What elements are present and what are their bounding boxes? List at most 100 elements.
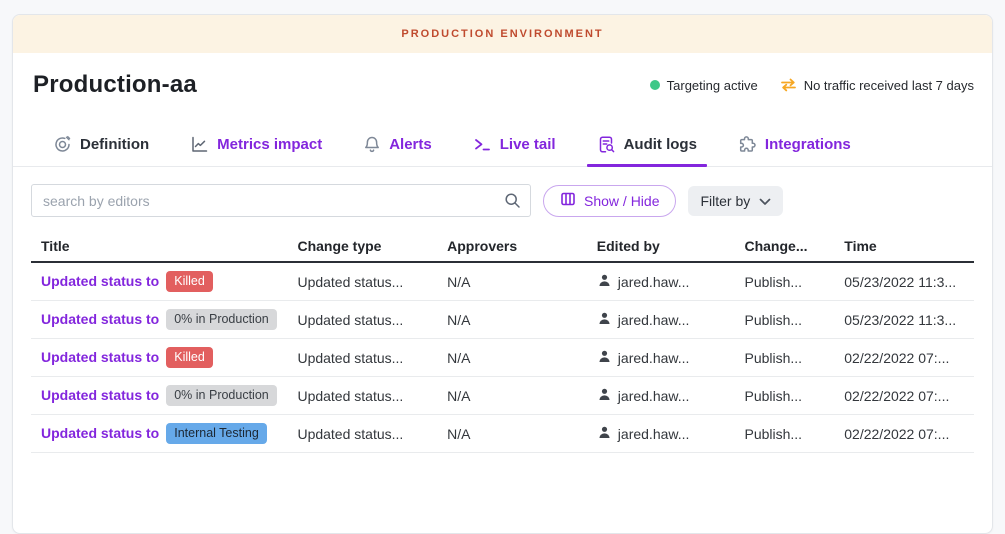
tab-label: Alerts: [389, 136, 432, 153]
row-title-link[interactable]: Updated status to: [41, 273, 159, 289]
row-edited-by: jared.haw...: [597, 311, 745, 329]
tab-integrations[interactable]: Integrations: [734, 127, 855, 166]
row-approvers: N/A: [447, 350, 597, 366]
tab-definition[interactable]: Definition: [49, 127, 153, 166]
targeting-status: Targeting active: [650, 78, 758, 93]
row-time: 02/22/2022 07:...: [844, 388, 974, 404]
row-approvers: N/A: [447, 312, 597, 328]
table-row[interactable]: Updated status to Killed Updated status..…: [31, 339, 974, 377]
table-row[interactable]: Updated status to Internal Testing Update…: [31, 415, 974, 453]
row-title-link[interactable]: Updated status to: [41, 311, 159, 327]
row-time: 02/22/2022 07:...: [844, 350, 974, 366]
metrics-icon: [190, 135, 209, 154]
tab-metrics-impact[interactable]: Metrics impact: [186, 127, 326, 166]
tab-bar: Definition Metrics impact Alerts: [13, 117, 992, 167]
status-badge: Killed: [166, 347, 213, 368]
row-time: 02/22/2022 07:...: [844, 426, 974, 442]
row-title-cell: Updated status to 0% in Production: [31, 309, 297, 330]
traffic-status-label: No traffic received last 7 days: [804, 78, 974, 93]
production-environment-banner: PRODUCTION ENVIRONMENT: [13, 15, 992, 53]
row-edited-by: jared.haw...: [597, 273, 745, 291]
status-badge: 0% in Production: [166, 385, 277, 406]
status-badge: Internal Testing: [166, 423, 267, 444]
column-header-title[interactable]: Title: [31, 238, 297, 254]
tab-audit-logs[interactable]: Audit logs: [593, 127, 701, 166]
bell-icon: [363, 135, 381, 154]
tab-alerts[interactable]: Alerts: [359, 127, 436, 166]
row-title-link[interactable]: Updated status to: [41, 425, 159, 441]
row-time: 05/23/2022 11:3...: [844, 312, 974, 328]
targeting-status-label: Targeting active: [667, 78, 758, 93]
tab-label: Integrations: [765, 136, 851, 153]
search-icon: [504, 192, 521, 214]
table-row[interactable]: Updated status to 0% in Production Update…: [31, 301, 974, 339]
row-title-cell: Updated status to Internal Testing: [31, 423, 297, 444]
row-change-type: Updated status...: [297, 388, 447, 404]
definition-icon: [53, 135, 72, 154]
column-header-change-type[interactable]: Change type: [297, 238, 447, 254]
tab-label: Definition: [80, 136, 149, 153]
person-icon: [597, 387, 612, 405]
table-row[interactable]: Updated status to 0% in Production Update…: [31, 377, 974, 415]
banner-label: PRODUCTION ENVIRONMENT: [401, 28, 603, 40]
audit-log-toolbar: Show / Hide Filter by: [13, 167, 992, 229]
environment-card: PRODUCTION ENVIRONMENT Production-aa Tar…: [12, 14, 993, 534]
filter-by-label: Filter by: [700, 193, 750, 209]
row-change: Publish...: [744, 312, 844, 328]
puzzle-icon: [738, 135, 757, 154]
row-change-type: Updated status...: [297, 350, 447, 366]
person-icon: [597, 349, 612, 367]
person-icon: [597, 273, 612, 291]
row-title-cell: Updated status to Killed: [31, 347, 297, 368]
search-input[interactable]: [31, 184, 531, 217]
row-change: Publish...: [744, 388, 844, 404]
column-header-time[interactable]: Time: [844, 238, 974, 254]
page-title: Production-aa: [33, 71, 197, 99]
tab-live-tail[interactable]: Live tail: [469, 127, 560, 166]
person-icon: [597, 311, 612, 329]
terminal-icon: [473, 135, 492, 154]
audit-log-icon: [597, 135, 616, 154]
row-approvers: N/A: [447, 426, 597, 442]
table-row[interactable]: Updated status to Killed Updated status..…: [31, 263, 974, 301]
status-badge: 0% in Production: [166, 309, 277, 330]
column-header-edited-by[interactable]: Edited by: [597, 238, 745, 254]
columns-icon: [560, 191, 576, 210]
person-icon: [597, 425, 612, 443]
show-hide-button[interactable]: Show / Hide: [543, 185, 676, 217]
chevron-down-icon: [759, 193, 771, 209]
tab-label: Metrics impact: [217, 136, 322, 153]
traffic-arrows-icon: [780, 78, 797, 92]
row-title-link[interactable]: Updated status to: [41, 349, 159, 365]
green-dot-icon: [650, 80, 660, 90]
row-change: Publish...: [744, 274, 844, 290]
row-edited-by: jared.haw...: [597, 387, 745, 405]
tab-label: Live tail: [500, 136, 556, 153]
row-title-link[interactable]: Updated status to: [41, 387, 159, 403]
row-approvers: N/A: [447, 274, 597, 290]
row-change-type: Updated status...: [297, 274, 447, 290]
row-edited-by: jared.haw...: [597, 425, 745, 443]
audit-log-table: Title Change type Approvers Edited by Ch…: [31, 231, 974, 453]
table-header-row: Title Change type Approvers Edited by Ch…: [31, 231, 974, 263]
show-hide-label: Show / Hide: [584, 193, 659, 209]
page-header: Production-aa Targeting active No traffi…: [13, 53, 992, 117]
row-approvers: N/A: [447, 388, 597, 404]
row-title-cell: Updated status to Killed: [31, 271, 297, 292]
row-change: Publish...: [744, 426, 844, 442]
column-header-approvers[interactable]: Approvers: [447, 238, 597, 254]
row-title-cell: Updated status to 0% in Production: [31, 385, 297, 406]
table-body: Updated status to Killed Updated status..…: [31, 263, 974, 453]
row-change-type: Updated status...: [297, 312, 447, 328]
row-change-type: Updated status...: [297, 426, 447, 442]
row-edited-by: jared.haw...: [597, 349, 745, 367]
column-header-change[interactable]: Change...: [744, 238, 844, 254]
row-change: Publish...: [744, 350, 844, 366]
status-group: Targeting active No traffic received las…: [650, 78, 974, 93]
tab-label: Audit logs: [624, 136, 697, 153]
filter-by-button[interactable]: Filter by: [688, 186, 783, 216]
traffic-status: No traffic received last 7 days: [780, 78, 974, 93]
row-time: 05/23/2022 11:3...: [844, 274, 974, 290]
search-wrap: [31, 184, 531, 217]
status-badge: Killed: [166, 271, 213, 292]
